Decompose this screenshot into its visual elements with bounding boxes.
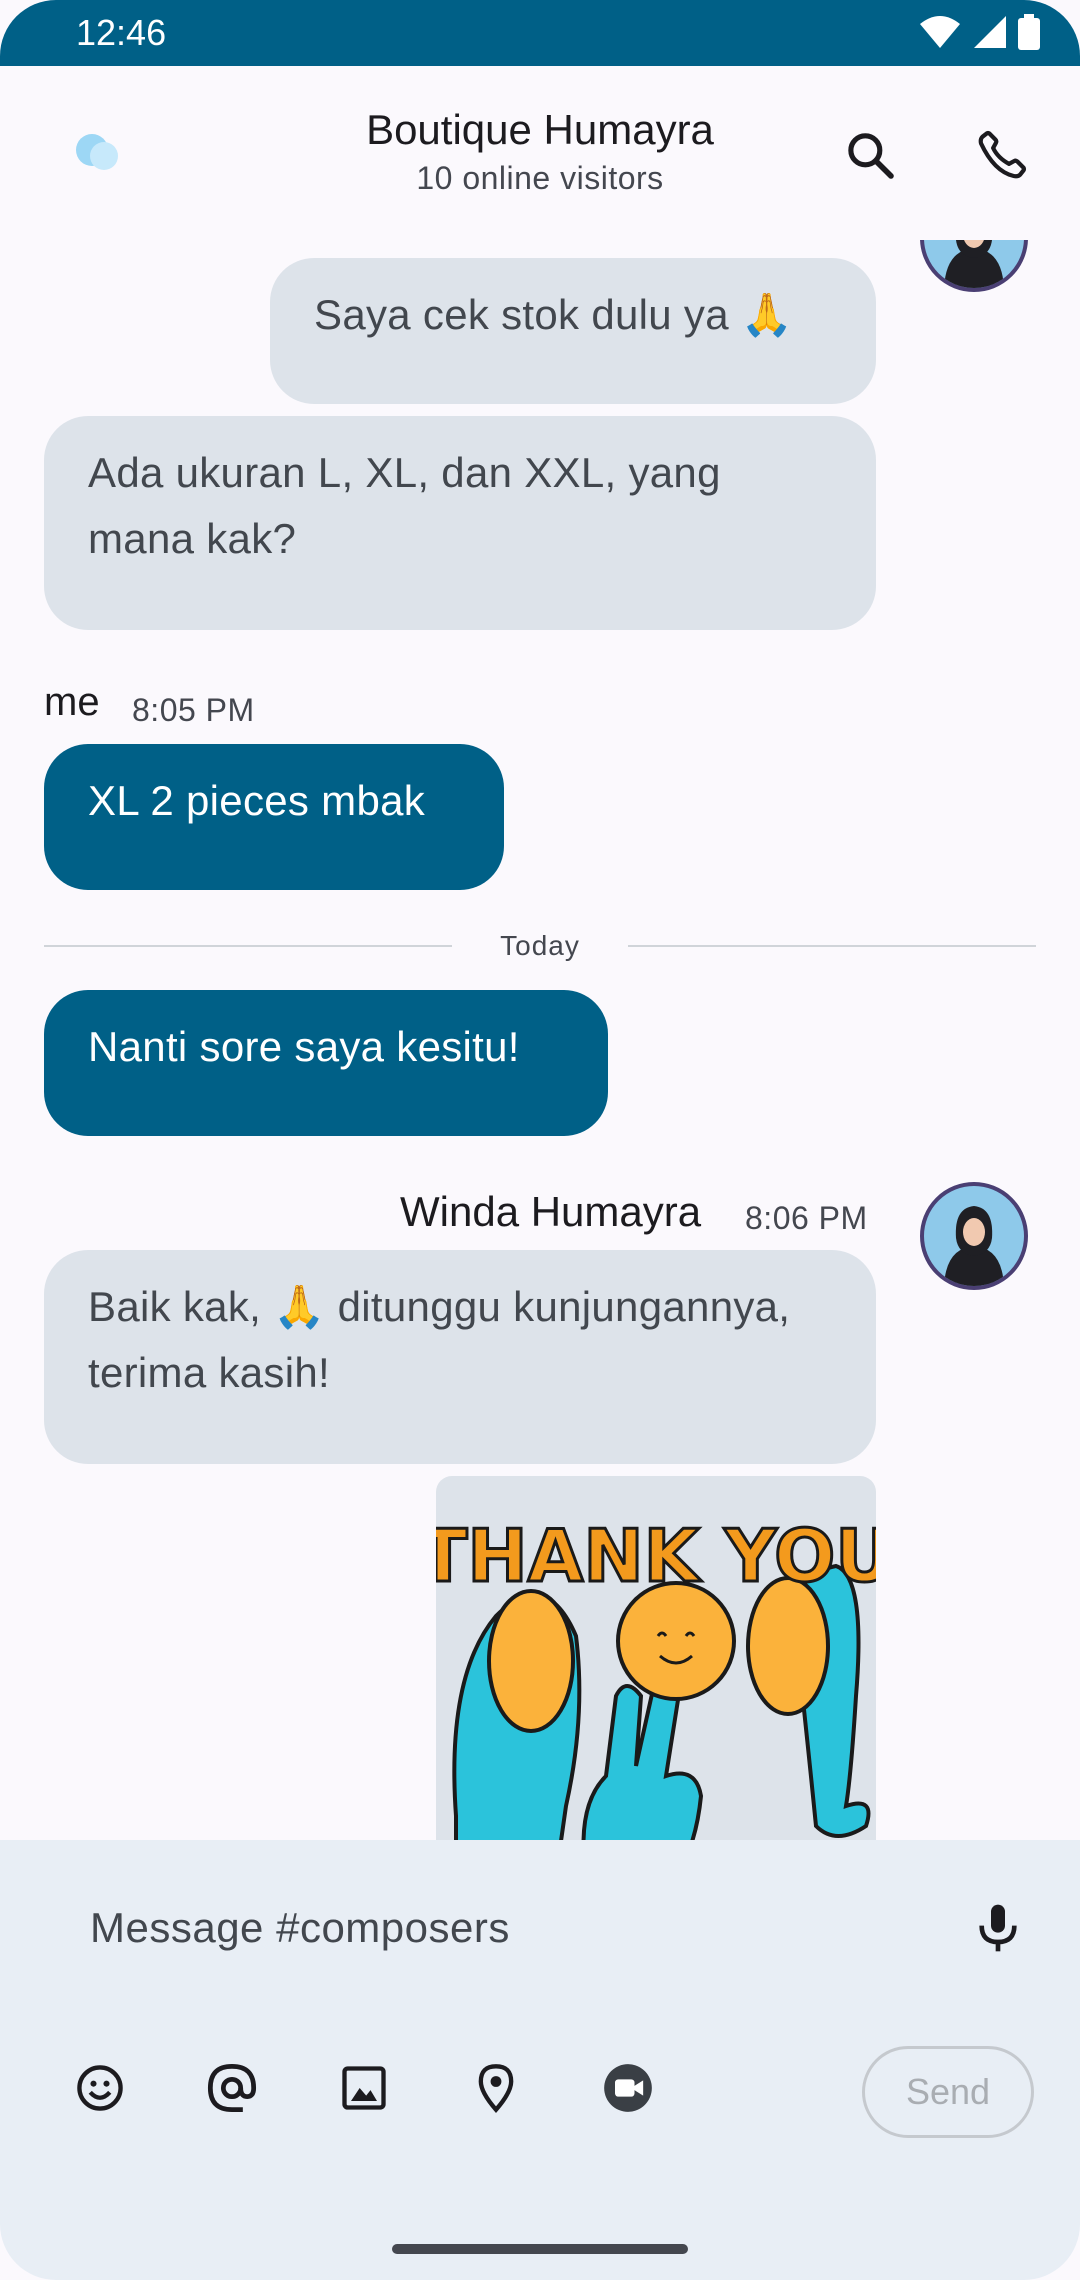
video-icon — [604, 2064, 652, 2112]
mention-button[interactable] — [206, 2062, 258, 2114]
search-icon — [848, 133, 894, 179]
sticker-image: THANK YOU — [436, 1513, 876, 1840]
message-time: 8:05 PM — [132, 692, 255, 728]
message-composer: Message #composers Send — [0, 1840, 1080, 2280]
message-bubble[interactable]: Ada ukuran L, XL, dan XXL, yang mana kak… — [44, 416, 876, 630]
location-button[interactable] — [470, 2062, 522, 2114]
status-icons — [918, 14, 1040, 50]
message-bubble[interactable]: Nanti sore saya kesitu! — [44, 990, 608, 1136]
divider-line — [628, 945, 1036, 947]
message-bubble[interactable]: Baik kak, 🙏 ditunggu kunjungannya, terim… — [44, 1250, 876, 1464]
composer-tools — [74, 2062, 654, 2114]
send-button[interactable]: Send — [862, 2046, 1034, 2138]
message-list[interactable]: Saya cek stok dulu ya 🙏 Ada ukuran L, XL… — [0, 240, 1080, 1840]
search-button[interactable] — [835, 120, 905, 190]
message-input[interactable]: Message #composers — [90, 1904, 510, 1952]
message-author: me — [44, 680, 100, 724]
emoji-icon — [77, 2065, 123, 2111]
channel-title[interactable]: Boutique Humayra — [0, 106, 1080, 154]
message-time: 8:06 PM — [745, 1200, 868, 1236]
voice-record-button[interactable] — [970, 1900, 1026, 1961]
image-icon — [342, 2066, 386, 2110]
phone-icon — [978, 130, 1027, 179]
avatar[interactable] — [920, 240, 1028, 292]
message-bubble[interactable]: Saya cek stok dulu ya 🙏 — [270, 258, 876, 404]
call-button[interactable] — [967, 120, 1037, 190]
signal-icon — [974, 16, 1006, 48]
sticker-text: THANK YOU — [436, 1514, 876, 1598]
title-block: Boutique Humayra 10 online visitors — [0, 106, 1080, 197]
status-bar: 12:46 — [0, 0, 1080, 66]
online-visitors: 10 online visitors — [416, 160, 664, 196]
home-indicator[interactable] — [392, 2244, 688, 2254]
microphone-icon — [979, 1904, 1017, 1952]
avatar[interactable] — [920, 1182, 1028, 1290]
thank-you-sticker[interactable]: THANK YOU — [436, 1476, 876, 1840]
mention-icon — [207, 2063, 257, 2113]
image-button[interactable] — [338, 2062, 390, 2114]
message-author: Winda Humayra — [400, 1188, 702, 1235]
message-bubble[interactable]: XL 2 pieces mbak — [44, 744, 504, 890]
location-icon — [478, 2064, 514, 2113]
battery-icon — [1018, 14, 1040, 50]
wifi-icon — [920, 16, 960, 48]
app-bar: Boutique Humayra 10 online visitors — [0, 66, 1080, 240]
video-button[interactable] — [602, 2062, 654, 2114]
status-time: 12:46 — [76, 12, 167, 53]
emoji-button[interactable] — [74, 2062, 126, 2114]
